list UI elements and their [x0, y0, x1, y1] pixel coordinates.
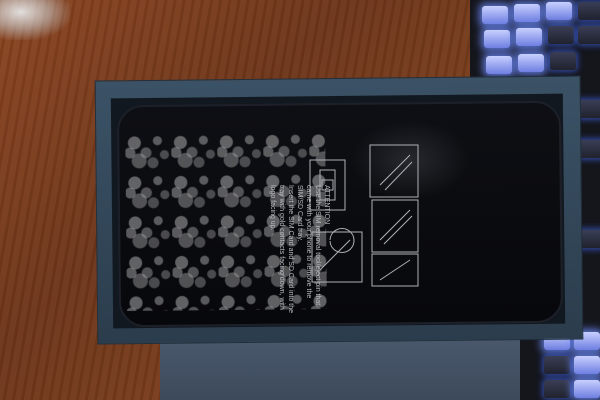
film-instructions: ATTENTION Use the SIM removal tool/eject… [181, 185, 331, 313]
pin-diagram [379, 154, 413, 191]
keyboard-key [514, 4, 540, 22]
photo-scene: ATTENTION Use the SIM removal tool/eject… [0, 0, 600, 400]
keyboard-key [574, 380, 600, 398]
film-line: SIM/SD Card tray. [296, 185, 303, 242]
film-line: logo facing up. [269, 185, 276, 231]
pin-diagram [379, 259, 411, 281]
keyboard-key [574, 356, 600, 374]
keyboard-key [484, 30, 510, 48]
film-line: Insert the SIM Card and SD Card into the [287, 185, 294, 314]
diagram-panel [371, 199, 419, 253]
film-heading: ATTENTION [323, 185, 330, 225]
keyboard-key [548, 26, 574, 44]
keyboard-key [544, 380, 570, 398]
keyboard-key [578, 100, 600, 118]
keyboard-key [544, 356, 570, 374]
keyboard-key [578, 2, 600, 20]
keyboard-key [518, 54, 544, 72]
keyboard-key [482, 6, 508, 24]
film-line: tray with gold contacts facing down, wit… [278, 185, 285, 310]
film-line: came with your phone to remove the [305, 185, 312, 299]
pin-diagram [379, 209, 413, 245]
keyboard-key [486, 56, 512, 74]
keyboard-key [550, 52, 576, 70]
keyboard-key [578, 26, 600, 44]
light-glare [0, 0, 70, 40]
keyboard-key [546, 2, 572, 20]
keyboard-key [516, 28, 542, 46]
film-line: Use the SIM removal tool/eject pin that [314, 185, 321, 306]
